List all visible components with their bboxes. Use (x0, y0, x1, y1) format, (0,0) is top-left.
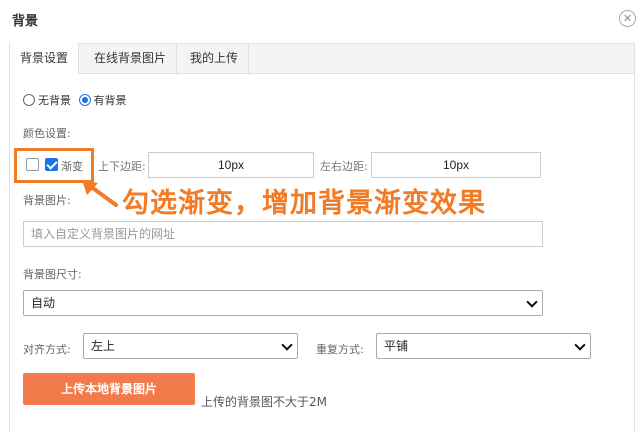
dialog-header: 背景 ✕ (0, 0, 644, 38)
annotation-callout: 勾选渐变，增加背景渐变效果 (122, 188, 486, 219)
radio-has-background[interactable] (78, 94, 91, 106)
vertical-margin-label: 上下边距: (98, 160, 146, 173)
tab-background-settings[interactable]: 背景设置 (9, 43, 80, 75)
gradient-label: 渐变 (61, 160, 83, 173)
background-image-url-input[interactable]: 填入自定义背景图片的网址 (23, 221, 543, 247)
tab-my-uploads[interactable]: 我的上传 (180, 43, 250, 75)
radio-no-background[interactable] (23, 94, 35, 106)
close-icon[interactable]: ✕ (619, 10, 636, 27)
upload-background-button[interactable]: 上传本地背景图片 (23, 373, 195, 405)
alignment-select[interactable]: 左上 (83, 333, 298, 359)
annotation-arrow-icon (82, 180, 118, 207)
repeat-value: 平铺 (384, 339, 409, 353)
chevron-down-icon (526, 296, 538, 308)
alignment-value: 左上 (91, 339, 116, 353)
repeat-select[interactable]: 平铺 (376, 333, 591, 359)
dialog-title: 背景 (12, 14, 39, 29)
horizontal-margin-label: 左右边距: (320, 160, 368, 173)
upload-size-hint: 上传的背景图不大于2M (201, 395, 327, 409)
image-size-select[interactable]: 自动 (23, 290, 543, 316)
chevron-down-icon (281, 339, 293, 351)
tab-bar: 背景设置 在线背景图片 我的上传 (9, 43, 635, 75)
image-size-label: 背景图尺寸: (23, 268, 82, 281)
tab-online-backgrounds[interactable]: 在线背景图片 (84, 43, 178, 75)
repeat-label: 重复方式: (316, 343, 364, 356)
color-settings-label: 颜色设置: (23, 127, 71, 140)
vertical-margin-input[interactable]: 10px (148, 152, 314, 178)
background-image-label: 背景图片: (23, 194, 71, 207)
alignment-label: 对齐方式: (23, 343, 71, 356)
gradient-checkbox[interactable] (45, 158, 58, 171)
image-size-value: 自动 (31, 296, 56, 310)
radio-no-background-label: 无背景 (38, 94, 71, 107)
chevron-down-icon (574, 339, 586, 351)
radio-has-background-label: 有背景 (93, 94, 127, 107)
horizontal-margin-input[interactable]: 10px (371, 152, 541, 178)
color-checkbox[interactable] (26, 158, 39, 171)
background-mode-radios: 无背景 有背景 (23, 92, 131, 108)
